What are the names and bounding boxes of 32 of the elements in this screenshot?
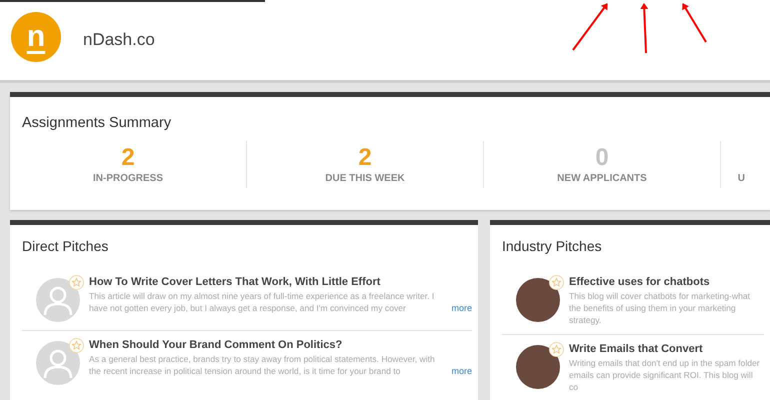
pitch-title[interactable]: How To Write Cover Letters That Work, With Little Effort <box>89 276 472 288</box>
pitch-description: As a general best practice, brands try to stay away from political statements. However, with the recent increase in political tension around the world, is it time for your brand to <box>89 353 436 377</box>
pitch-title[interactable]: Effective uses for chatbots <box>569 276 764 288</box>
stat-value: 2 <box>121 145 135 171</box>
more-link[interactable]: more <box>451 365 472 377</box>
stat-label: NEW APPLICANTS <box>557 173 647 184</box>
card-title: Assignments Summary <box>21 114 172 131</box>
star-icon[interactable] <box>69 338 84 353</box>
pitch-description: This blog will cover chatbots for marketing-what the benefits of using them in your marketing strategy. <box>569 290 752 326</box>
pitch-description: This article will draw on my almost nine years of full-time experience as a freelance writer. I have not gotten every job, but I always get a response, and I'm convinced my cover <box>89 290 436 314</box>
photo-placeholder <box>516 278 560 322</box>
star-icon[interactable] <box>549 275 564 290</box>
pitch-description: Writing emails that don't end up in the spam folder emails can provide significant ROI. This blog will co <box>569 357 761 393</box>
panel-title: Direct Pitches <box>21 237 110 254</box>
star-icon[interactable] <box>549 342 564 357</box>
avatar-icon <box>36 278 80 322</box>
annotation-arrow <box>640 3 648 54</box>
panel-title: Industry Pitches <box>501 237 603 254</box>
stat-label: DUE THIS WEEK <box>325 173 405 184</box>
brand-name: nDash.co <box>83 30 155 50</box>
star-icon[interactable] <box>69 275 84 290</box>
stat-label: IN-PROGRESS <box>92 173 163 184</box>
more-link[interactable]: more <box>451 302 472 314</box>
pitch-title[interactable]: Write Emails that Convert <box>569 343 764 355</box>
photo-placeholder <box>516 345 560 389</box>
stat-value: 2 <box>358 145 372 171</box>
stat-value: 0 <box>595 145 609 171</box>
pitch-title[interactable]: When Should Your Brand Comment On Politics? <box>89 339 472 351</box>
annotation-arrow <box>682 3 707 43</box>
avatar-icon <box>36 341 80 385</box>
stat-label: U <box>738 173 745 184</box>
annotation-arrow <box>572 3 608 51</box>
